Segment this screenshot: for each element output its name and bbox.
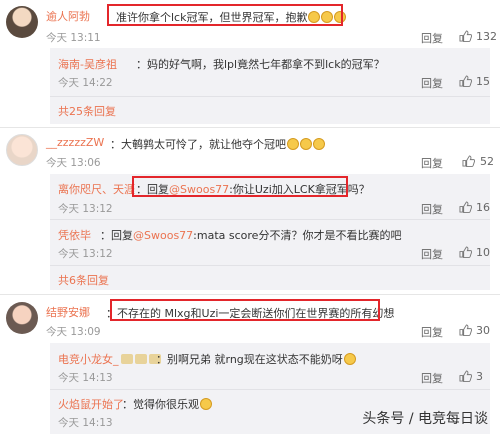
- timestamp: 今天 13:09: [46, 326, 101, 338]
- timestamp: 今天 13:12: [58, 248, 113, 260]
- reply-text: ：觉得你很乐观: [122, 396, 212, 412]
- reply-button[interactable]: 回复: [421, 324, 443, 340]
- watermark: 头条号 / 电竞每日谈: [362, 411, 488, 427]
- like-count: 132: [476, 30, 497, 43]
- like-count: 30: [476, 324, 490, 337]
- expand-replies-link[interactable]: 共25条回复: [58, 103, 116, 119]
- reply-text-body: ：别啊兄弟 就rng现在这状态不能奶呀: [156, 353, 343, 366]
- like-count: 3: [476, 370, 483, 383]
- thumbs-up-icon[interactable]: [459, 201, 472, 213]
- like-count: 15: [476, 75, 490, 88]
- avatar[interactable]: [6, 134, 38, 166]
- reply-text: ：别啊兄弟 就rng现在这状态不能奶呀: [156, 351, 356, 367]
- expand-replies-link[interactable]: 共6条回复: [58, 272, 109, 288]
- reply-username[interactable]: 海南-吴彦祖: [58, 56, 117, 72]
- thumbs-up-icon[interactable]: [459, 246, 472, 258]
- highlight-box: [110, 299, 380, 321]
- thumbs-up-icon[interactable]: [459, 75, 472, 87]
- emoji-icon: [200, 398, 212, 410]
- comment-username[interactable]: 结野安娜: [46, 304, 90, 320]
- like-count: 10: [476, 246, 490, 259]
- reply-button[interactable]: 回复: [421, 30, 443, 46]
- reply-button[interactable]: 回复: [421, 201, 443, 217]
- avatar[interactable]: [6, 6, 38, 38]
- reply-button[interactable]: 回复: [421, 246, 443, 262]
- emoji-icon: [343, 353, 356, 365]
- timestamp: 今天 13:11: [46, 32, 101, 44]
- reply-username[interactable]: 凭依毕: [58, 227, 91, 243]
- reply-text: ：回复@Swoos77:mata score分不清？你才是不看比赛的吧: [100, 227, 401, 243]
- reply-username: 电竞小龙女_: [58, 351, 161, 367]
- bow-badge-icon: [120, 354, 133, 364]
- reply-text-body: ：觉得你很乐观: [122, 398, 199, 411]
- reply-username[interactable]: 离你咫尺、天涯: [58, 181, 135, 197]
- reply-text-body: :mata score分不清？你才是不看比赛的吧: [193, 229, 402, 242]
- timestamp: 今天 13:12: [58, 203, 113, 215]
- comment-text-body: ：大鹌鹑太可怜了，就让他夺个冠吧: [110, 138, 286, 151]
- timestamp: 今天 13:06: [46, 157, 101, 169]
- highlight-box: [107, 4, 343, 26]
- thumbs-up-icon[interactable]: [459, 30, 472, 42]
- avatar[interactable]: [6, 302, 38, 334]
- timestamp: 今天 14:22: [58, 77, 113, 89]
- divider: [50, 389, 490, 390]
- cat-badge-icon: [134, 354, 147, 364]
- mention-link[interactable]: @Swoos77: [133, 229, 193, 242]
- highlight-box: [132, 176, 348, 197]
- reply-prefix: ：回复: [100, 229, 133, 242]
- emoji-icon: [313, 138, 325, 150]
- reply-button[interactable]: 回复: [421, 75, 443, 91]
- thumbs-up-icon[interactable]: [459, 324, 472, 336]
- comment-username[interactable]: 逾人阿勃: [46, 8, 90, 24]
- reply-button[interactable]: 回复: [421, 370, 443, 386]
- timestamp: 今天 14:13: [58, 372, 113, 384]
- comment-text: ：大鹌鹑太可怜了，就让他夺个冠吧: [110, 136, 325, 152]
- like-count: 52: [480, 155, 494, 168]
- reply-button[interactable]: 回复: [421, 155, 443, 171]
- comment-username[interactable]: __zzzzzZW: [46, 136, 104, 149]
- thumbs-up-icon[interactable]: [462, 155, 475, 167]
- timestamp: 今天 14:13: [58, 417, 113, 429]
- reply-text: ：妈的好气啊，我lpl竟然七年都拿不到lck的冠军？: [136, 58, 385, 71]
- emoji-icon: [300, 138, 312, 150]
- reply-username-text[interactable]: 电竞小龙女_: [58, 353, 119, 366]
- divider: [0, 294, 500, 295]
- emoji-icon: [287, 138, 299, 150]
- thumbs-up-icon[interactable]: [459, 370, 472, 382]
- divider: [50, 265, 490, 266]
- reply-username[interactable]: 火焰鼠开始了: [58, 396, 124, 412]
- divider: [50, 219, 490, 220]
- divider: [0, 127, 500, 128]
- like-count: 16: [476, 201, 490, 214]
- divider: [50, 96, 490, 97]
